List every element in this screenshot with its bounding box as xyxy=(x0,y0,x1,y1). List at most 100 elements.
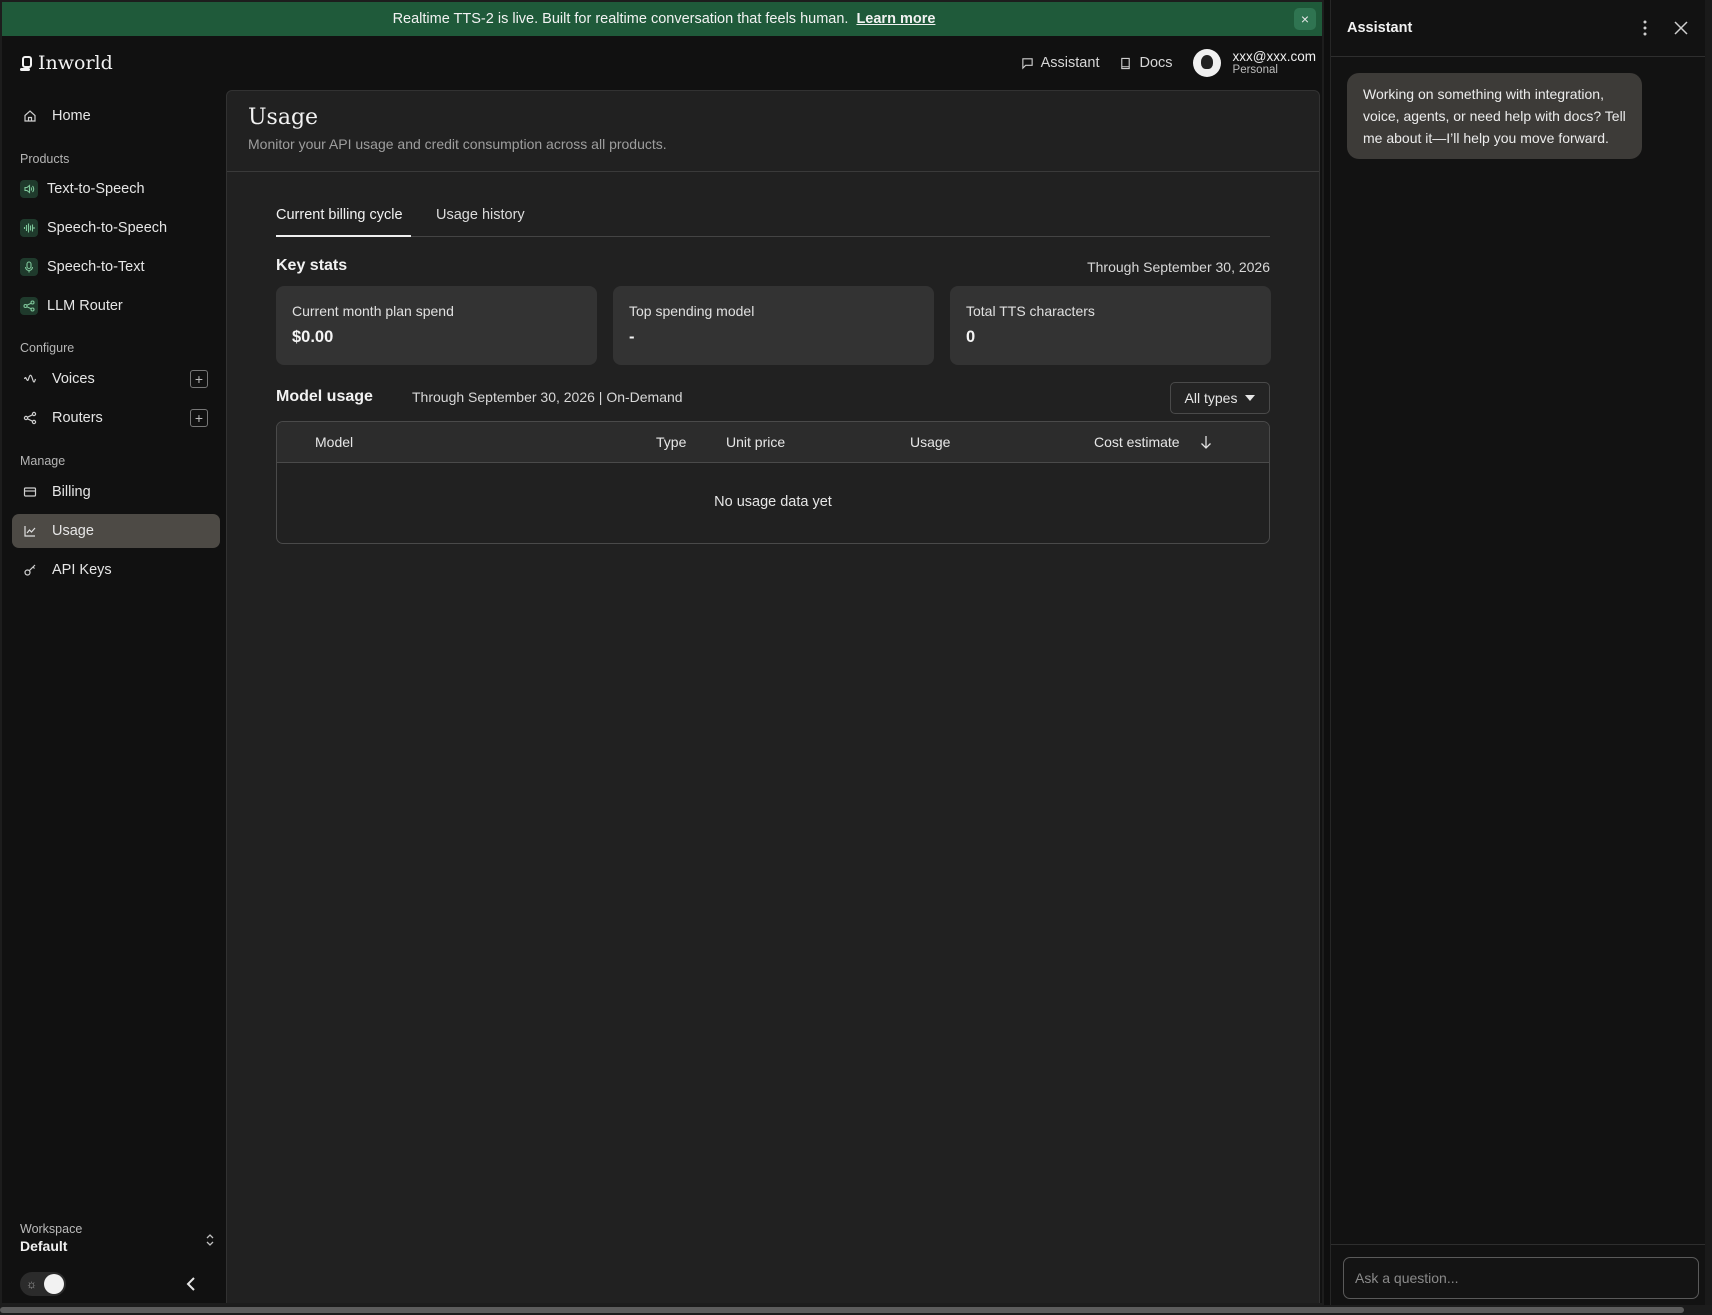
chat-icon xyxy=(1021,57,1033,69)
scrollbar-thumb[interactable] xyxy=(0,1307,1684,1313)
sidebar-item-label: LLM Router xyxy=(47,298,123,314)
collapse-sidebar-icon[interactable] xyxy=(182,1274,200,1294)
model-usage-title: Model usage xyxy=(276,388,373,405)
user-plan: Personal xyxy=(1232,64,1278,77)
book-icon xyxy=(1121,57,1131,69)
theme-toggle[interactable]: ☼ xyxy=(20,1272,66,1296)
key-icon xyxy=(22,562,38,578)
toggle-knob xyxy=(44,1274,64,1294)
stat-value: $0.00 xyxy=(292,328,334,346)
stat-card-top-model: Top spending model - xyxy=(613,286,934,365)
workspace-selector[interactable]: Workspace Default xyxy=(20,1222,216,1254)
sidebar-item-label: Speech-to-Text xyxy=(47,259,145,275)
column-header-usage[interactable]: Usage xyxy=(910,434,950,450)
ask-question-input[interactable] xyxy=(1343,1257,1699,1299)
sidebar-item-home[interactable]: Home xyxy=(12,99,220,133)
stat-card-tts-characters: Total TTS characters 0 xyxy=(950,286,1271,365)
sidebar-item-billing[interactable]: Billing xyxy=(12,475,220,509)
type-filter-dropdown[interactable]: All types xyxy=(1170,382,1270,414)
assistant-input-area xyxy=(1331,1244,1712,1305)
vertical-scrollbar[interactable] xyxy=(1705,0,1712,1305)
user-email: xxx@xxx.com xyxy=(1232,48,1316,64)
sidebar-item-api-keys[interactable]: API Keys xyxy=(12,553,220,587)
column-header-unit-price[interactable]: Unit price xyxy=(726,434,785,450)
key-stats-title: Key stats xyxy=(276,257,348,274)
manage-section-label: Manage xyxy=(20,454,66,468)
share-nodes-icon xyxy=(20,297,38,315)
banner-text: Realtime TTS-2 is live. Built for realti… xyxy=(392,11,849,27)
stat-card-plan-spend: Current month plan spend $0.00 xyxy=(276,286,597,365)
sort-descending-icon[interactable] xyxy=(1199,434,1213,450)
empty-state-message: No usage data yet xyxy=(714,494,832,510)
app-window: Realtime TTS-2 is live. Built for realti… xyxy=(0,0,1324,1305)
user-menu[interactable]: xxx@xxx.com Personal xyxy=(1233,49,1316,78)
close-icon[interactable] xyxy=(1671,18,1691,38)
stat-label: Current month plan spend xyxy=(292,303,454,319)
sidebar-item-speech-to-text[interactable]: Speech-to-Text xyxy=(12,250,220,284)
line-chart-icon xyxy=(22,523,38,539)
workspace-value: Default xyxy=(20,1238,68,1254)
sidebar-item-routers[interactable]: Routers + xyxy=(12,401,220,435)
credit-card-icon xyxy=(22,484,38,500)
tab-usage-history[interactable]: Usage history xyxy=(436,207,525,237)
horizontal-scrollbar[interactable] xyxy=(0,1305,1712,1315)
table-header: Model Type Unit price Usage Cost estimat… xyxy=(277,422,1269,463)
logo-text: Inworld xyxy=(38,52,113,74)
sidebar-item-llm-router[interactable]: LLM Router xyxy=(12,289,220,323)
page-title: Usage xyxy=(248,105,319,130)
stat-label: Total TTS characters xyxy=(966,303,1095,319)
sidebar-item-label: Usage xyxy=(52,523,94,539)
inworld-logo[interactable]: Inworld xyxy=(18,52,113,74)
model-usage-date: Through September 30, 2026 | On-Demand xyxy=(412,389,683,405)
sun-icon: ☼ xyxy=(26,1277,37,1291)
sidebar-item-text-to-speech[interactable]: Text-to-Speech xyxy=(12,172,220,206)
sidebar-item-speech-to-speech[interactable]: Speech-to-Speech xyxy=(12,211,220,245)
more-options-icon[interactable] xyxy=(1637,18,1653,38)
home-icon xyxy=(22,108,38,124)
microphone-icon xyxy=(20,258,38,276)
sidebar-item-label: API Keys xyxy=(52,562,112,578)
sidebar-item-label: Billing xyxy=(52,484,91,500)
sidebar-item-voices[interactable]: Voices + xyxy=(12,362,220,396)
stat-value: 0 xyxy=(966,328,976,346)
page-subtitle: Monitor your API usage and credit consum… xyxy=(248,136,667,152)
banner-close-button[interactable]: × xyxy=(1294,8,1316,30)
model-usage-table: Model Type Unit price Usage Cost estimat… xyxy=(276,421,1270,544)
sidebar-item-label: Routers xyxy=(52,410,103,426)
assistant-message: Working on something with integration, v… xyxy=(1347,73,1642,159)
share-icon xyxy=(22,410,38,426)
sidebar-item-label: Home xyxy=(52,108,91,124)
sidebar-item-usage[interactable]: Usage xyxy=(12,514,220,548)
speaker-icon xyxy=(20,180,38,198)
type-filter-label: All types xyxy=(1184,390,1238,406)
chevron-up-down-icon[interactable] xyxy=(204,1232,216,1248)
logo-icon xyxy=(18,55,32,71)
add-voice-button[interactable]: + xyxy=(190,370,208,388)
workspace-label: Workspace xyxy=(20,1222,83,1236)
tab-current-billing-cycle[interactable]: Current billing cycle xyxy=(276,207,411,237)
announcement-banner: Realtime TTS-2 is live. Built for realti… xyxy=(2,2,1322,36)
key-stats-date: Through September 30, 2026 xyxy=(1087,259,1270,275)
avatar[interactable] xyxy=(1192,49,1221,77)
stat-label: Top spending model xyxy=(629,303,755,319)
caret-down-icon xyxy=(1245,395,1256,401)
add-router-button[interactable]: + xyxy=(190,409,208,427)
column-header-cost-estimate[interactable]: Cost estimate xyxy=(1094,434,1180,450)
page-header: Usage Monitor your API usage and credit … xyxy=(227,91,1319,172)
assistant-link-label: Assistant xyxy=(1040,55,1100,71)
column-header-type[interactable]: Type xyxy=(656,434,686,450)
products-section-label: Products xyxy=(20,152,70,166)
sidebar-item-label: Speech-to-Speech xyxy=(47,220,168,236)
column-header-model[interactable]: Model xyxy=(315,434,353,450)
assistant-title: Assistant xyxy=(1347,20,1413,36)
learn-more-link[interactable]: Learn more xyxy=(856,11,935,27)
top-bar-actions: Assistant Docs xxx@xxx.com Personal xyxy=(1021,46,1316,80)
usage-panel: Usage Monitor your API usage and credit … xyxy=(226,90,1320,1303)
sidebar-item-label: Text-to-Speech xyxy=(47,181,145,197)
assistant-link[interactable]: Assistant xyxy=(1021,55,1100,71)
configure-section-label: Configure xyxy=(20,341,75,355)
assistant-header: Assistant xyxy=(1331,0,1712,57)
docs-link-label: Docs xyxy=(1139,55,1173,71)
voice-wave-icon xyxy=(22,371,38,387)
docs-link[interactable]: Docs xyxy=(1119,55,1173,71)
